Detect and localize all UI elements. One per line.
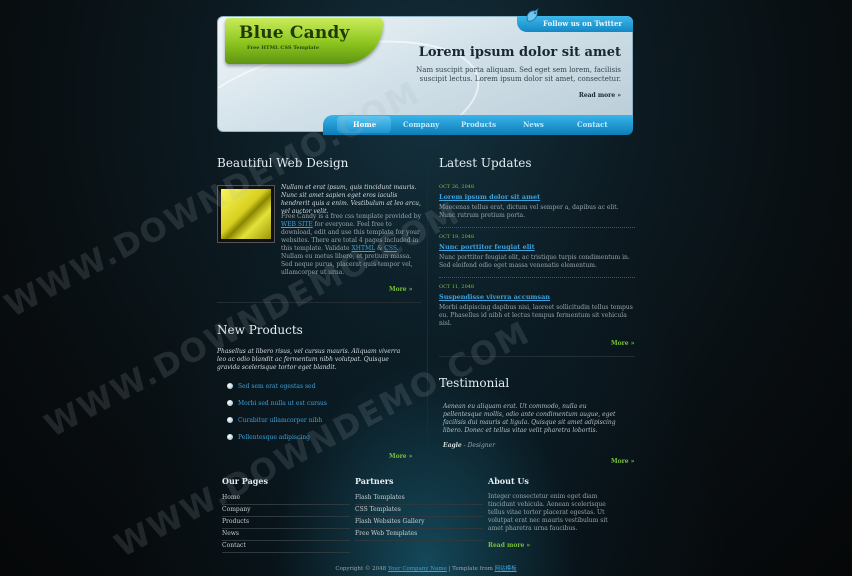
twitter-follow-link[interactable]: Follow us on Twitter xyxy=(517,8,633,32)
testimonial-author: Eagle - Designer xyxy=(443,442,495,449)
logo[interactable]: Blue Candy Free HTML CSS Template xyxy=(225,18,383,64)
update-date: OCT 26, 2048 xyxy=(439,184,475,190)
bullet-icon xyxy=(227,434,233,440)
nav-company[interactable]: Company xyxy=(403,120,439,129)
company-link[interactable]: Your Company Name xyxy=(388,566,447,572)
footer-link[interactable]: CSS Templates xyxy=(355,505,483,517)
update-item: OCT 26, 2048 Lorem ipsum dolor sit amet … xyxy=(439,184,635,220)
featured-image-fill xyxy=(221,189,271,239)
left-column: Beautiful Web Design Nullam et erat ipsu… xyxy=(217,156,421,466)
product-label: Sed sem erat egestas sed xyxy=(238,383,316,390)
section-divider xyxy=(217,302,421,303)
section-title-testimonial: Testimonial xyxy=(439,376,510,390)
copyright: Copyright © 2048 Your Company Name | Tem… xyxy=(0,564,852,572)
hero-title: Lorem ipsum dolor sit amet xyxy=(418,45,621,60)
footer-link[interactable]: News xyxy=(222,529,350,541)
section-title-new-products: New Products xyxy=(217,323,303,337)
intro-link-css[interactable]: CSS xyxy=(384,245,397,252)
section-title-updates: Latest Updates xyxy=(439,156,532,170)
intro-text-part: & xyxy=(375,245,385,252)
update-title-link[interactable]: Nunc porttitor feugiat elit xyxy=(439,243,635,251)
hero-text: Nam suscipit porta aliquam. Sed eget sem… xyxy=(416,66,621,83)
testimonial-author-name: Eagle xyxy=(443,442,462,449)
footer-pages: Our Pages Home Company Products News Con… xyxy=(222,476,350,553)
footer-link[interactable]: Flash Templates xyxy=(355,493,483,505)
footer-link[interactable]: Flash Websites Gallery xyxy=(355,517,483,529)
intro-text: Free Candy is a free css template provid… xyxy=(281,213,421,277)
update-date: OCT 11, 2048 xyxy=(439,284,475,290)
copyright-text: Copyright © 2048 xyxy=(335,566,388,572)
twitter-bird-icon xyxy=(526,8,539,22)
bullet-icon xyxy=(227,400,233,406)
hero-read-more-link[interactable]: Read more » xyxy=(579,92,621,99)
footer-link[interactable]: Products xyxy=(222,517,350,529)
product-label: Curabitur ullamcorper nibh xyxy=(238,417,323,424)
page-container: Blue Candy Free HTML CSS Template Follow… xyxy=(217,8,635,465)
column-divider xyxy=(427,156,428,461)
footer-link[interactable]: Contact xyxy=(222,541,350,553)
right-column: Latest Updates OCT 26, 2048 Lorem ipsum … xyxy=(439,156,635,466)
main-nav: Home Company Products News Contact xyxy=(323,115,633,135)
update-text: Nunc porttitor feugiat elit, ac tristiqu… xyxy=(439,254,630,269)
footer-pages-title: Our Pages xyxy=(222,476,268,486)
intro-link-website[interactable]: WEB SITE xyxy=(281,221,313,228)
update-title-link[interactable]: Lorem ipsum dolor sit amet xyxy=(439,193,635,201)
footer-partners-title: Partners xyxy=(355,476,394,486)
section-title-web-design: Beautiful Web Design xyxy=(217,156,349,170)
dotted-divider xyxy=(439,227,635,228)
update-text: Maecenas tellus erat, dictum vel semper … xyxy=(439,204,619,219)
dotted-divider xyxy=(439,277,635,278)
nav-home[interactable]: Home xyxy=(353,120,376,129)
footer-link[interactable]: Home xyxy=(222,493,350,505)
update-item: OCT 19, 2048 Nunc porttitor feugiat elit… xyxy=(439,234,635,270)
footer-link[interactable]: Company xyxy=(222,505,350,517)
products-italic-text: Phasellus at libero risus, vel cursus ma… xyxy=(217,348,401,371)
footer-about-title: About Us xyxy=(488,476,529,486)
update-text: Morbi adipiscing dapibus nisi, laoreet s… xyxy=(439,304,633,327)
intro-text-part: Free Candy is a free css template provid… xyxy=(281,213,421,220)
footer-about-text: Integer consectetur enim eget diam tinci… xyxy=(488,493,608,532)
footer-partners: Partners Flash Templates CSS Templates F… xyxy=(355,476,483,541)
footer-pages-list: Home Company Products News Contact xyxy=(222,493,350,553)
bullet-icon xyxy=(227,383,233,389)
nav-products[interactable]: Products xyxy=(461,120,496,129)
update-date: OCT 19, 2048 xyxy=(439,234,475,240)
testimonial-author-role: - Designer xyxy=(461,442,496,449)
section-divider xyxy=(439,356,635,357)
footer-partners-list: Flash Templates CSS Templates Flash Webs… xyxy=(355,493,483,541)
update-item: OCT 11, 2048 Suspendisse viverra accumsa… xyxy=(439,284,635,328)
update-title-link[interactable]: Suspendisse viverra accumsan xyxy=(439,293,635,301)
more-link-updates[interactable]: More » xyxy=(611,340,634,347)
testimonial-text: Aenean eu aliquam erat. Ut commodo, null… xyxy=(443,403,616,434)
featured-image xyxy=(217,185,275,243)
footer-read-more-link[interactable]: Read more » xyxy=(488,542,530,549)
intro-italic-text: Nullam et erat ipsum, quis tincidunt mau… xyxy=(281,184,421,215)
product-label: Morbi sed nulla ut est cursus xyxy=(238,400,327,407)
more-link-products[interactable]: More » xyxy=(389,453,412,460)
footer-link[interactable]: Free Web Templates xyxy=(355,529,483,541)
more-link-web-design[interactable]: More » xyxy=(389,286,412,293)
intro-link-xhtml[interactable]: XHTML xyxy=(351,245,375,252)
logo-subtitle: Free HTML CSS Template xyxy=(247,45,320,51)
logo-title: Blue Candy xyxy=(239,23,350,43)
template-source-link[interactable]: 网站模板 xyxy=(495,566,517,572)
bullet-icon xyxy=(227,417,233,423)
product-label: Pellentesque adipiscing xyxy=(238,434,310,441)
nav-news[interactable]: News xyxy=(523,120,544,129)
site-header: Blue Candy Free HTML CSS Template Follow… xyxy=(217,8,633,135)
more-link-testimonial[interactable]: More » xyxy=(611,458,634,465)
footer-about: About Us xyxy=(488,476,529,486)
copyright-text: | Template from xyxy=(446,566,495,572)
twitter-label: Follow us on Twitter xyxy=(543,19,623,28)
nav-contact[interactable]: Contact xyxy=(577,120,608,129)
